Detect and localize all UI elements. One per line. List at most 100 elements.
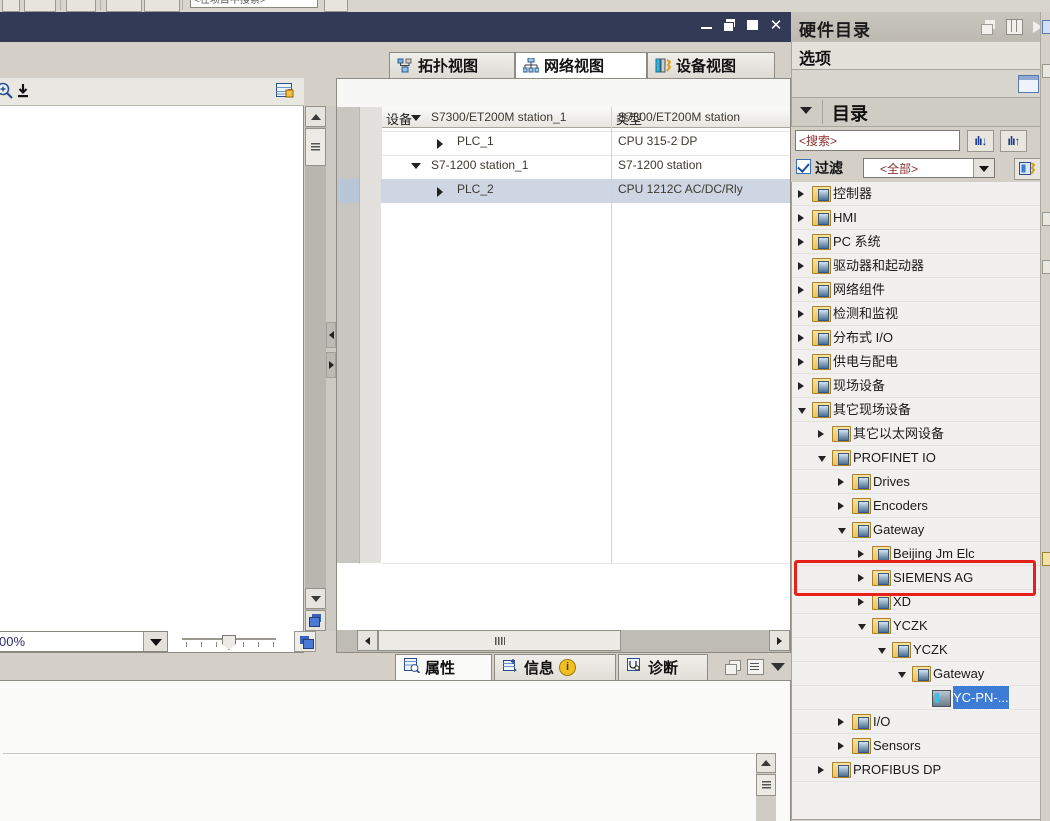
hscrollbar-thumb[interactable] <box>378 630 621 651</box>
tab-info[interactable]: 信息 i <box>494 654 616 680</box>
catalog-tree-item[interactable]: 检测和监视 <box>792 302 1047 326</box>
close-icon[interactable]: ✕ <box>769 18 783 33</box>
restore-icon[interactable] <box>725 660 741 675</box>
device-table[interactable]: 设备 类型 S7300/ET200M station_1 S7300/ET200M… <box>337 107 790 630</box>
device-cell[interactable] <box>381 443 611 468</box>
zoom-reset-button[interactable] <box>294 631 316 652</box>
catalog-tree-item[interactable]: Sensors <box>792 734 1047 758</box>
table-row-empty[interactable] <box>337 371 790 396</box>
table-row-empty[interactable] <box>337 227 790 252</box>
table-row-empty[interactable] <box>337 443 790 468</box>
twisty-collapsed-icon[interactable] <box>798 262 804 270</box>
project-search-input[interactable]: <在项目中搜索> <box>190 0 318 8</box>
table-row-empty[interactable] <box>337 539 790 564</box>
minimize-icon[interactable] <box>700 18 714 32</box>
catalog-tree-item[interactable]: 驱动器和起动器 <box>792 254 1047 278</box>
task-card-icon-3[interactable] <box>1042 212 1050 226</box>
tab-topology-view[interactable]: 拓扑视图 <box>389 52 515 78</box>
table-row-empty[interactable] <box>337 323 790 348</box>
filter-checkbox[interactable] <box>796 159 811 174</box>
table-row-empty[interactable] <box>337 491 790 516</box>
device-cell[interactable] <box>381 275 611 300</box>
toolbar-button-4[interactable] <box>106 0 142 12</box>
device-cell[interactable] <box>381 299 611 324</box>
network-canvas[interactable] <box>0 78 304 653</box>
chevron-down-icon[interactable] <box>800 107 812 114</box>
twisty-collapsed-icon[interactable] <box>437 187 443 197</box>
toolbar-button-1[interactable] <box>2 0 20 12</box>
catalog-tree-item[interactable]: I/O <box>792 710 1047 734</box>
device-cell[interactable]: S7300/ET200M station_1 <box>381 107 611 132</box>
device-cell[interactable] <box>381 371 611 396</box>
catalog-tree-item[interactable]: 网络组件 <box>792 278 1047 302</box>
hscroll-right-button[interactable] <box>769 630 790 651</box>
table-row-empty[interactable] <box>337 251 790 276</box>
tab-device-view[interactable]: 设备视图 <box>647 52 775 78</box>
catalog-tree-item[interactable]: PROFIBUS DP <box>792 758 1047 782</box>
twisty-expanded-icon[interactable] <box>878 648 886 654</box>
catalog-tree-item[interactable]: PC 系统 <box>792 230 1047 254</box>
catalog-tree-item[interactable]: XD <box>792 590 1047 614</box>
catalog-tree-item[interactable]: 供电与配电 <box>792 350 1047 374</box>
catalog-tree-item[interactable]: YCZK <box>792 638 1047 662</box>
canvas-vertical-scrollbar[interactable] <box>305 106 326 631</box>
task-card-icon-1[interactable] <box>1042 20 1050 34</box>
catalog-tree-item[interactable]: HMI <box>792 206 1047 230</box>
scrollbar-thumb[interactable] <box>305 128 326 166</box>
task-card-icon-5[interactable] <box>1042 552 1050 566</box>
catalog-tree-item[interactable]: 其它现场设备 <box>792 398 1047 422</box>
catalog-section-header[interactable]: 目录 <box>791 98 1048 127</box>
table-row[interactable]: S7-1200 station_1 S7-1200 station <box>337 155 790 180</box>
collapse-right-button[interactable] <box>326 352 336 378</box>
slider-handle[interactable] <box>222 635 236 650</box>
twisty-collapsed-icon[interactable] <box>818 430 824 438</box>
filter-select[interactable]: <全部> <box>863 158 995 178</box>
twisty-collapsed-icon[interactable] <box>798 286 804 294</box>
toolbar-button-5[interactable] <box>144 0 180 12</box>
catalog-tree-item[interactable]: YC-PN-... <box>792 685 1047 710</box>
device-cell[interactable]: PLC_1 <box>381 131 611 156</box>
twisty-collapsed-icon[interactable] <box>798 190 804 198</box>
scroll-up-button[interactable] <box>756 753 776 773</box>
twisty-collapsed-icon[interactable] <box>437 139 443 149</box>
twisty-collapsed-icon[interactable] <box>798 238 804 246</box>
table-row[interactable]: S7300/ET200M station_1 S7300/ET200M stati… <box>337 107 790 132</box>
toolbar-button-3[interactable] <box>66 0 96 12</box>
toolbar-button-6[interactable] <box>324 0 348 12</box>
catalog-tree-item[interactable]: Gateway <box>792 662 1047 686</box>
task-card-icon-2[interactable] <box>1042 64 1050 78</box>
device-cell[interactable] <box>381 467 611 492</box>
table-row-empty[interactable] <box>337 419 790 444</box>
right-task-card-strip[interactable] <box>1040 12 1050 821</box>
tab-diagnostics[interactable]: 诊断 <box>618 654 708 680</box>
columns-icon[interactable] <box>1006 19 1023 35</box>
zoom-slider[interactable] <box>182 635 276 650</box>
device-cell[interactable] <box>381 491 611 516</box>
device-cell[interactable] <box>381 395 611 420</box>
catalog-tree-item[interactable]: PROFINET IO <box>792 446 1047 470</box>
twisty-collapsed-icon[interactable] <box>798 310 804 318</box>
catalog-search-input[interactable]: <搜索> <box>795 130 960 151</box>
table-row-empty[interactable] <box>337 203 790 228</box>
device-cell[interactable] <box>381 539 611 564</box>
catalog-tree-item[interactable]: 分布式 I/O <box>792 326 1047 350</box>
table-row-empty[interactable] <box>337 515 790 540</box>
tab-properties[interactable]: 属性 <box>395 654 492 680</box>
table-horizontal-scrollbar[interactable] <box>337 630 790 652</box>
window-icon[interactable] <box>1018 75 1039 93</box>
device-cell[interactable] <box>381 323 611 348</box>
zoom-level-combo[interactable]: 00% <box>0 631 168 652</box>
twisty-collapsed-icon[interactable] <box>798 358 804 366</box>
scrollbar-thumb[interactable] <box>756 774 776 796</box>
device-cell[interactable] <box>381 347 611 372</box>
twisty-collapsed-icon[interactable] <box>858 598 864 606</box>
twisty-expanded-icon[interactable] <box>818 456 826 462</box>
sort-descending-icon[interactable]: ılı↓ <box>967 130 994 152</box>
collapse-left-button[interactable] <box>326 322 336 348</box>
catalog-tree-item[interactable]: SIEMENS AG <box>792 566 1047 590</box>
catalog-tree-item[interactable]: Drives <box>792 470 1047 494</box>
panel-splitter[interactable] <box>326 106 336 631</box>
catalog-tree-item[interactable]: 控制器 <box>792 182 1047 206</box>
inspector-vertical-scrollbar[interactable] <box>756 753 776 821</box>
table-row-empty[interactable] <box>337 275 790 300</box>
